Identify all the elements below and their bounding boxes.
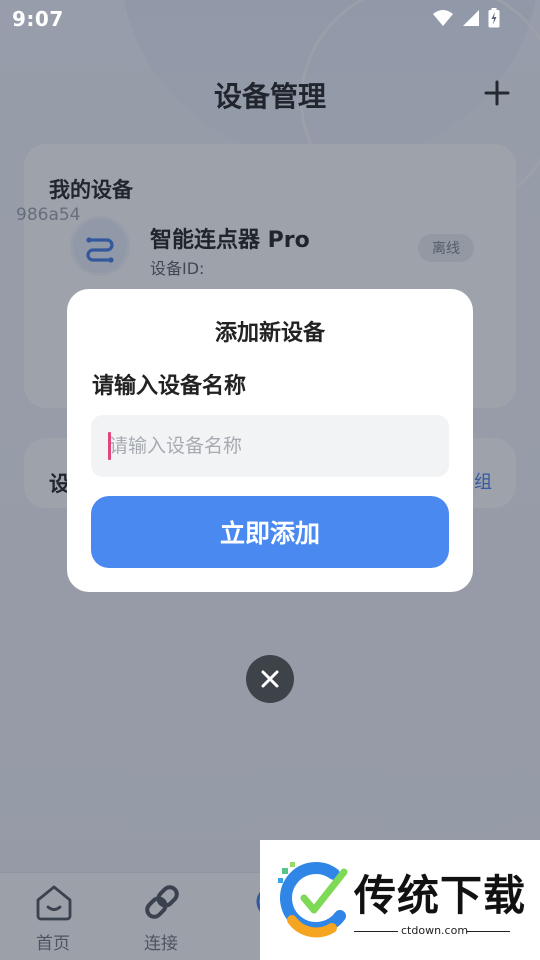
watermark-text: 传统下载 bbox=[354, 871, 527, 920]
text-caret bbox=[108, 432, 111, 460]
watermark-divider bbox=[466, 931, 510, 932]
status-bar: 9:07 bbox=[0, 0, 540, 38]
close-dialog-button[interactable] bbox=[246, 655, 294, 703]
battery-icon bbox=[488, 8, 500, 28]
device-name-label: 请输入设备名称 bbox=[92, 374, 247, 399]
device-name-input[interactable] bbox=[91, 415, 449, 477]
signal-icon bbox=[463, 10, 479, 26]
watermark-url: ctdown.com bbox=[401, 924, 469, 937]
watermark-logo bbox=[278, 862, 348, 938]
watermark-divider bbox=[354, 931, 398, 932]
status-time: 9:07 bbox=[12, 7, 64, 31]
wifi-icon bbox=[433, 10, 453, 26]
status-icons bbox=[432, 8, 500, 28]
close-icon bbox=[261, 670, 279, 688]
add-now-button[interactable]: 立即添加 bbox=[91, 496, 449, 568]
watermark: 传统下载 ctdown.com bbox=[260, 840, 540, 960]
dialog-title: 添加新设备 bbox=[214, 321, 325, 346]
add-device-dialog: 添加新设备 请输入设备名称 立即添加 bbox=[67, 289, 473, 592]
